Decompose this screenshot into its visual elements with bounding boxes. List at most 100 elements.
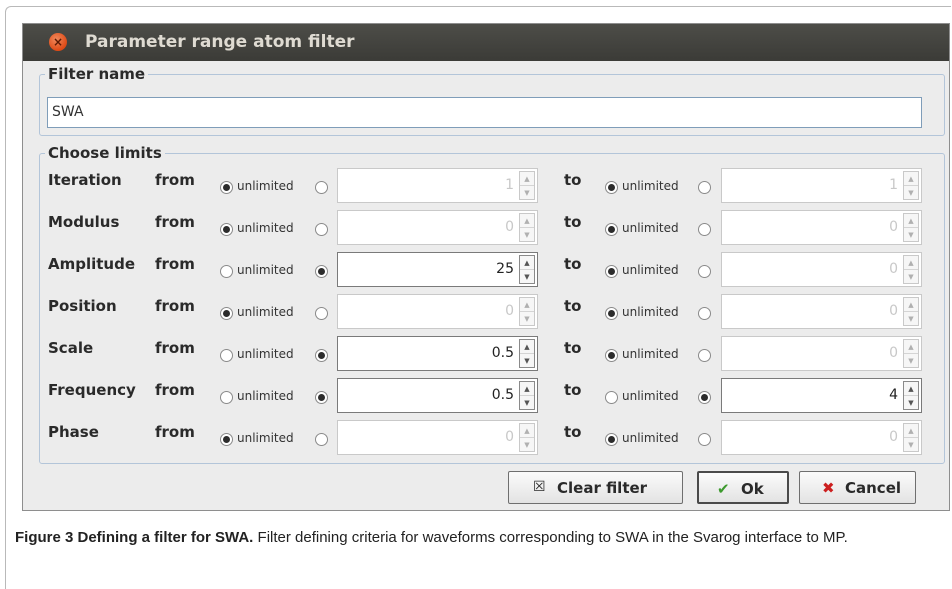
spin-up-icon[interactable]: ▲	[904, 172, 918, 186]
to-value-radio[interactable]	[698, 181, 711, 194]
from-value-radio[interactable]	[315, 349, 328, 362]
to-unlimited-radio[interactable]	[605, 349, 618, 362]
spin-up-icon[interactable]: ▲	[520, 298, 534, 312]
from-value-spinner[interactable]: 0.5 ▲ ▼	[337, 378, 538, 413]
clear-filter-button[interactable]: ☒ Clear filter	[508, 471, 683, 504]
from-value-radio[interactable]	[315, 223, 328, 236]
from-value-spinner[interactable]: 0 ▲ ▼	[337, 420, 538, 455]
spin-up-icon[interactable]: ▲	[520, 424, 534, 438]
spin-down-icon[interactable]: ▼	[904, 354, 918, 368]
spin-up-icon[interactable]: ▲	[904, 214, 918, 228]
to-value-radio[interactable]	[698, 307, 711, 320]
to-value: 0	[889, 261, 898, 277]
from-value-radio[interactable]	[315, 181, 328, 194]
from-unlimited-radio[interactable]	[220, 307, 233, 320]
param-label: Frequency	[48, 381, 136, 399]
from-unlimited-radio[interactable]	[220, 391, 233, 404]
spin-up-icon[interactable]: ▲	[520, 382, 534, 396]
filter-name-input[interactable]: SWA	[47, 97, 922, 128]
spinner-arrows[interactable]: ▲ ▼	[903, 339, 919, 368]
spinner-arrows[interactable]: ▲ ▼	[519, 255, 535, 284]
spinner-arrows[interactable]: ▲ ▼	[519, 213, 535, 242]
spin-down-icon[interactable]: ▼	[520, 312, 534, 326]
from-unlimited-radio[interactable]	[220, 265, 233, 278]
to-value-spinner[interactable]: 0 ▲ ▼	[721, 294, 922, 329]
spin-down-icon[interactable]: ▼	[520, 396, 534, 410]
ok-button[interactable]: ✔ Ok	[697, 471, 789, 504]
from-unlimited-radio[interactable]	[220, 223, 233, 236]
spin-up-icon[interactable]: ▲	[904, 256, 918, 270]
from-value-spinner[interactable]: 25 ▲ ▼	[337, 252, 538, 287]
spin-up-icon[interactable]: ▲	[904, 382, 918, 396]
to-value-radio[interactable]	[698, 265, 711, 278]
to-value-radio[interactable]	[698, 349, 711, 362]
spinner-arrows[interactable]: ▲ ▼	[903, 255, 919, 284]
spin-down-icon[interactable]: ▼	[904, 312, 918, 326]
to-unlimited-radio[interactable]	[605, 265, 618, 278]
to-unlimited-radio[interactable]	[605, 307, 618, 320]
to-value-spinner[interactable]: 1 ▲ ▼	[721, 168, 922, 203]
to-value: 0	[889, 303, 898, 319]
spin-down-icon[interactable]: ▼	[904, 228, 918, 242]
spinner-arrows[interactable]: ▲ ▼	[519, 171, 535, 200]
spin-up-icon[interactable]: ▲	[520, 214, 534, 228]
from-value-spinner[interactable]: 1 ▲ ▼	[337, 168, 538, 203]
from-unlimited-radio[interactable]	[220, 181, 233, 194]
spin-down-icon[interactable]: ▼	[904, 270, 918, 284]
spin-up-icon[interactable]: ▲	[520, 340, 534, 354]
from-value-radio[interactable]	[315, 391, 328, 404]
cancel-button[interactable]: ✖ Cancel	[799, 471, 916, 504]
to-unlimited-radio[interactable]	[605, 223, 618, 236]
spinner-arrows[interactable]: ▲ ▼	[903, 171, 919, 200]
close-icon[interactable]: ×	[49, 33, 67, 51]
spin-down-icon[interactable]: ▼	[904, 438, 918, 452]
from-value-radio[interactable]	[315, 307, 328, 320]
to-value-spinner[interactable]: 0 ▲ ▼	[721, 210, 922, 245]
to-value-spinner[interactable]: 4 ▲ ▼	[721, 378, 922, 413]
from-value-radio[interactable]	[315, 433, 328, 446]
to-value-radio[interactable]	[698, 223, 711, 236]
from-unlimited-radio[interactable]	[220, 433, 233, 446]
to-value-spinner[interactable]: 0 ▲ ▼	[721, 252, 922, 287]
spin-up-icon[interactable]: ▲	[520, 256, 534, 270]
spin-up-icon[interactable]: ▲	[904, 340, 918, 354]
to-unlimited-label: unlimited	[622, 305, 679, 319]
spinner-arrows[interactable]: ▲ ▼	[519, 297, 535, 326]
spin-down-icon[interactable]: ▼	[520, 228, 534, 242]
from-unlimited-radio[interactable]	[220, 349, 233, 362]
to-unlimited-radio[interactable]	[605, 433, 618, 446]
from-unlimited-label: unlimited	[237, 431, 294, 445]
to-unlimited-radio[interactable]	[605, 181, 618, 194]
spin-down-icon[interactable]: ▼	[520, 354, 534, 368]
spinner-arrows[interactable]: ▲ ▼	[903, 381, 919, 410]
spin-down-icon[interactable]: ▼	[520, 438, 534, 452]
spinner-arrows[interactable]: ▲ ▼	[519, 339, 535, 368]
spin-up-icon[interactable]: ▲	[520, 172, 534, 186]
spinner-arrows[interactable]: ▲ ▼	[903, 423, 919, 452]
to-label: to	[564, 339, 582, 357]
from-value-spinner[interactable]: 0 ▲ ▼	[337, 294, 538, 329]
spinner-arrows[interactable]: ▲ ▼	[903, 213, 919, 242]
spin-down-icon[interactable]: ▼	[904, 186, 918, 200]
to-unlimited-radio[interactable]	[605, 391, 618, 404]
to-value-spinner[interactable]: 0 ▲ ▼	[721, 336, 922, 371]
spin-down-icon[interactable]: ▼	[520, 186, 534, 200]
spin-up-icon[interactable]: ▲	[904, 424, 918, 438]
spin-down-icon[interactable]: ▼	[904, 396, 918, 410]
spinner-arrows[interactable]: ▲ ▼	[903, 297, 919, 326]
to-value-radio[interactable]	[698, 433, 711, 446]
spin-down-icon[interactable]: ▼	[520, 270, 534, 284]
filter-dialog: × Parameter range atom filter Filter nam…	[22, 23, 950, 511]
from-value-radio[interactable]	[315, 265, 328, 278]
spinner-arrows[interactable]: ▲ ▼	[519, 423, 535, 452]
filter-name-legend: Filter name	[45, 65, 149, 83]
spinner-arrows[interactable]: ▲ ▼	[519, 381, 535, 410]
clear-icon: ☒	[533, 479, 546, 495]
from-value-spinner[interactable]: 0.5 ▲ ▼	[337, 336, 538, 371]
to-value-radio[interactable]	[698, 391, 711, 404]
figure-caption: Figure 3 Defining a filter for SWA. Filt…	[15, 526, 935, 550]
from-value-spinner[interactable]: 0 ▲ ▼	[337, 210, 538, 245]
to-label: to	[564, 213, 582, 231]
to-value-spinner[interactable]: 0 ▲ ▼	[721, 420, 922, 455]
spin-up-icon[interactable]: ▲	[904, 298, 918, 312]
